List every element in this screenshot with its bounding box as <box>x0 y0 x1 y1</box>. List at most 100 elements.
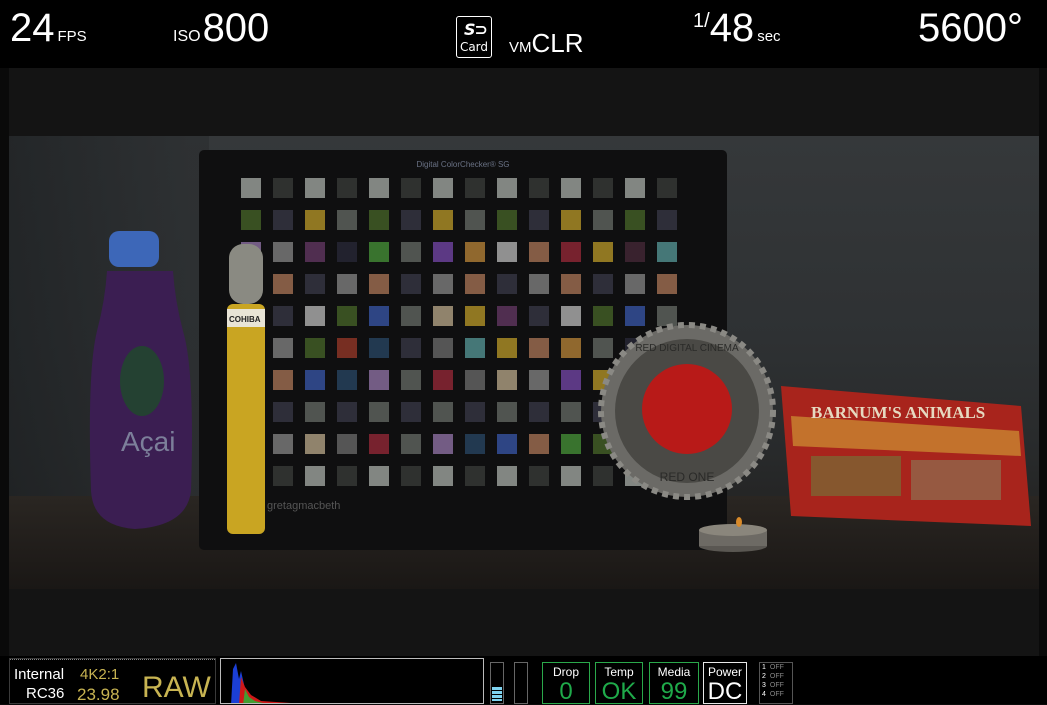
color-patch <box>273 402 293 422</box>
color-patch <box>369 338 389 358</box>
color-patch <box>657 274 677 294</box>
frame-rate-readout[interactable]: 24 FPS <box>10 8 87 48</box>
audio-meter-left <box>490 662 504 704</box>
color-patch <box>625 210 645 230</box>
histogram[interactable] <box>220 658 484 704</box>
color-patch <box>433 370 453 390</box>
color-patch <box>305 370 325 390</box>
fps-value: 24 <box>10 6 55 50</box>
media-label: Media <box>657 665 691 679</box>
histogram-graph <box>231 663 291 703</box>
color-patch <box>465 402 485 422</box>
shutter-readout[interactable]: 1/ 48 sec <box>693 8 781 48</box>
color-patch <box>401 242 421 262</box>
color-patch <box>273 274 293 294</box>
power-indicator[interactable]: Power DC <box>703 662 747 704</box>
color-patch <box>273 338 293 358</box>
color-patch <box>401 306 421 326</box>
format-label: RAW <box>142 671 211 704</box>
bottom-status-bar: Internal 4K2:1 RC36 23.98 RAW Drop 0 Tem… <box>0 656 1047 704</box>
view-mode-readout[interactable]: VM CLR <box>509 28 584 59</box>
color-patch <box>561 242 581 262</box>
power-label: Power <box>707 665 742 679</box>
color-patch <box>497 210 517 230</box>
color-patch <box>273 242 293 262</box>
color-patch <box>337 210 357 230</box>
color-patch <box>369 242 389 262</box>
color-patch <box>433 338 453 358</box>
color-patch <box>561 338 581 358</box>
divider <box>10 659 215 660</box>
codec-label: RC36 <box>26 685 65 702</box>
color-patch <box>273 466 293 486</box>
sd-card-icon[interactable]: S⊃ Card <box>456 16 492 58</box>
color-patch <box>497 370 517 390</box>
color-patch <box>529 306 549 326</box>
color-patch <box>657 242 677 262</box>
temp-value: OK <box>601 678 637 705</box>
resolution-label: 4K2:1 <box>80 666 120 683</box>
media-indicator[interactable]: Media 99 <box>649 662 699 704</box>
drop-value: 0 <box>559 678 573 705</box>
recording-format-panel[interactable]: Internal 4K2:1 RC36 23.98 RAW <box>9 658 216 704</box>
color-patch <box>433 402 453 422</box>
color-patch <box>369 370 389 390</box>
color-patch <box>433 210 453 230</box>
color-patch <box>561 306 581 326</box>
color-patch <box>593 178 613 198</box>
vm-value: CLR <box>531 28 584 58</box>
source-label: Internal <box>14 666 65 683</box>
color-patch <box>465 370 485 390</box>
color-patch <box>657 178 677 198</box>
output-row: 3 OFF <box>762 682 784 689</box>
color-patch <box>337 466 357 486</box>
outputs-panel[interactable]: 1 OFF 2 OFF 3 OFF 4 OFF <box>759 662 793 704</box>
color-patch <box>529 274 549 294</box>
color-patch <box>529 242 549 262</box>
color-patch <box>497 306 517 326</box>
color-patch <box>561 274 581 294</box>
sd-logo: S⊃ <box>464 20 488 39</box>
color-patch <box>593 242 613 262</box>
color-patch <box>273 306 293 326</box>
color-patch <box>241 178 261 198</box>
color-patch <box>497 402 517 422</box>
color-patch <box>401 466 421 486</box>
color-patch <box>465 274 485 294</box>
checker-brand: gretagmacbeth <box>267 500 341 512</box>
color-patch <box>337 242 357 262</box>
color-patch <box>369 274 389 294</box>
color-patch <box>497 434 517 454</box>
color-patch <box>561 434 581 454</box>
color-patch <box>497 274 517 294</box>
color-patch <box>465 242 485 262</box>
iso-readout[interactable]: ISO 800 <box>173 8 269 48</box>
drop-indicator[interactable]: Drop 0 <box>542 662 590 704</box>
color-temperature-readout[interactable]: 5600° <box>918 8 1023 48</box>
scene-image: Digital ColorChecker® SG gretagmacbeth A… <box>9 136 1039 589</box>
color-patch <box>529 210 549 230</box>
color-patch <box>497 178 517 198</box>
box-label: BARNUM'S ANIMALS <box>811 403 985 422</box>
temp-indicator[interactable]: Temp OK <box>595 662 643 704</box>
color-patch <box>305 338 325 358</box>
camera-viewport[interactable]: Digital ColorChecker® SG gretagmacbeth A… <box>9 68 1039 656</box>
color-patch <box>241 210 261 230</box>
output-row: 2 OFF <box>762 673 784 680</box>
color-patch <box>433 274 453 294</box>
color-patch <box>369 210 389 230</box>
color-patch <box>305 434 325 454</box>
color-patch <box>401 338 421 358</box>
audio-meter-right <box>514 662 528 704</box>
drop-label: Drop <box>552 665 579 679</box>
color-patch <box>497 242 517 262</box>
color-patch <box>561 210 581 230</box>
color-patch <box>433 242 453 262</box>
color-patch <box>337 178 357 198</box>
shutter-unit: sec <box>757 28 781 45</box>
color-patch <box>305 402 325 422</box>
color-patch <box>369 306 389 326</box>
acai-bottle: Açai <box>89 231 192 529</box>
color-patch <box>305 210 325 230</box>
color-patch <box>593 274 613 294</box>
